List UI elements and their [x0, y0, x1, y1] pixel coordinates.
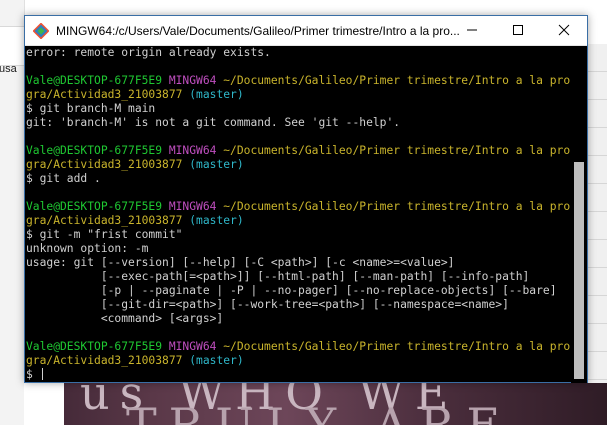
background-partial-text: usa: [0, 63, 17, 75]
terminal-text-segment: ~/Documents/Galileo/Primer trimestre/Int…: [223, 144, 571, 157]
terminal-text-segment: usage: git [--version] [--help] [-C <pat…: [26, 256, 455, 269]
terminal-text-segment: gra/Actividad3_21003877: [26, 354, 183, 367]
background-image: us WHO WE TRULY ARE: [24, 383, 607, 425]
background-image-text-2: TRULY ARE: [126, 398, 513, 425]
background-right-lines: [588, 44, 607, 425]
terminal-line: [--git-dir=<path>] [--work-tree=<path>] …: [26, 298, 571, 312]
terminal-line: Vale@DESKTOP-677F5E9 MINGW64 ~/Documents…: [26, 200, 571, 214]
terminal-line: unknown option: -m: [26, 242, 571, 256]
terminal-line: Vale@DESKTOP-677F5E9 MINGW64 ~/Documents…: [26, 340, 571, 354]
close-button[interactable]: [541, 16, 587, 45]
text-cursor: [41, 368, 43, 380]
terminal-text-segment: <command> [<args>]: [26, 312, 224, 325]
terminal-text-segment: error: remote origin already exists.: [26, 46, 271, 59]
terminal-text-segment: MINGW64: [168, 144, 224, 157]
terminal-output[interactable]: error: remote origin already exists. Vale…: [25, 46, 571, 383]
terminal-text-segment: Vale@DESKTOP-677F5E9: [26, 200, 169, 213]
terminal-line: git: 'branch-M' is not a git command. Se…: [26, 116, 571, 130]
terminal-text-segment: $: [26, 368, 40, 381]
terminal-text-segment: $ git add .: [26, 172, 101, 185]
terminal-text-segment: [--exec-path[=<path>]] [--html-path] [--…: [26, 270, 530, 283]
maximize-icon: [512, 21, 524, 40]
terminal-text-segment: ~/Documents/Galileo/Primer trimestre/Int…: [223, 74, 571, 87]
terminal-text-segment: [-p | --paginate | -P | --no-pager] [--n…: [26, 284, 557, 297]
terminal-line: Vale@DESKTOP-677F5E9 MINGW64 ~/Documents…: [26, 144, 571, 158]
window-title: MINGW64:/c/Users/Vale/Documents/Galileo/…: [56, 24, 460, 38]
terminal-line: Vale@DESKTOP-677F5E9 MINGW64 ~/Documents…: [26, 74, 571, 88]
terminal-line: gra/Actividad3_21003877 (master): [26, 158, 571, 172]
terminal-text-segment: (master): [182, 88, 244, 101]
scrollbar-thumb[interactable]: [574, 162, 584, 379]
terminal-line: [--exec-path[=<path>]] [--html-path] [--…: [26, 270, 571, 284]
terminal-line: gra/Actividad3_21003877 (master): [26, 214, 571, 228]
minimize-icon: [466, 21, 478, 40]
terminal-text-segment: $ git branch-M main: [26, 102, 156, 115]
terminal-line: <command> [<args>]: [26, 312, 571, 326]
terminal-text-segment: (master): [182, 354, 244, 367]
terminal-text-segment: (master): [182, 214, 244, 227]
title-bar[interactable]: MINGW64:/c/Users/Vale/Documents/Galileo/…: [25, 16, 587, 46]
terminal-line: $ git add .: [26, 172, 571, 186]
terminal-line: [-p | --paginate | -P | --no-pager] [--n…: [26, 284, 571, 298]
terminal-line: gra/Actividad3_21003877 (master): [26, 354, 571, 368]
close-icon: [558, 21, 570, 40]
terminal-text-segment: MINGW64: [168, 340, 224, 353]
terminal-line: $ git -m "frist commit": [26, 228, 571, 242]
terminal-text-segment: MINGW64: [168, 74, 224, 87]
terminal-window[interactable]: MINGW64:/c/Users/Vale/Documents/Galileo/…: [24, 15, 588, 383]
git-bash-icon: [32, 22, 50, 40]
terminal-text-segment: gra/Actividad3_21003877: [26, 158, 183, 171]
terminal-text-segment: git: 'branch-M' is not a git command. Se…: [26, 116, 401, 129]
terminal-text-segment: Vale@DESKTOP-677F5E9: [26, 74, 169, 87]
terminal-scrollbar[interactable]: [571, 46, 587, 383]
minimize-button[interactable]: [449, 16, 495, 45]
terminal-text-segment: (master): [182, 158, 244, 171]
terminal-line: usage: git [--version] [--help] [-C <pat…: [26, 256, 571, 270]
maximize-button[interactable]: [495, 16, 541, 45]
terminal-text-segment: $ git -m "frist commit": [26, 228, 183, 241]
terminal-text-segment: [--git-dir=<path>] [--work-tree=<path>] …: [26, 298, 509, 311]
terminal-text-segment: Vale@DESKTOP-677F5E9: [26, 340, 169, 353]
terminal-text-segment: gra/Actividad3_21003877: [26, 88, 183, 101]
terminal-text-segment: gra/Actividad3_21003877: [26, 214, 183, 227]
terminal-text-segment: unknown option: -m: [26, 242, 149, 255]
terminal-line: $: [26, 368, 571, 382]
terminal-text-segment: ~/Documents/Galileo/Primer trimestre/Int…: [223, 340, 571, 353]
terminal-line: $ git branch-M main: [26, 102, 571, 116]
terminal-line: gra/Actividad3_21003877 (master): [26, 88, 571, 102]
terminal-line: error: remote origin already exists.: [26, 46, 571, 60]
terminal-text-segment: ~/Documents/Galileo/Primer trimestre/Int…: [223, 200, 571, 213]
terminal-text-segment: Vale@DESKTOP-677F5E9: [26, 144, 169, 157]
terminal-text-segment: MINGW64: [168, 200, 224, 213]
background-input-strip: usa: [0, 26, 24, 75]
background-image-margin: [24, 383, 64, 425]
